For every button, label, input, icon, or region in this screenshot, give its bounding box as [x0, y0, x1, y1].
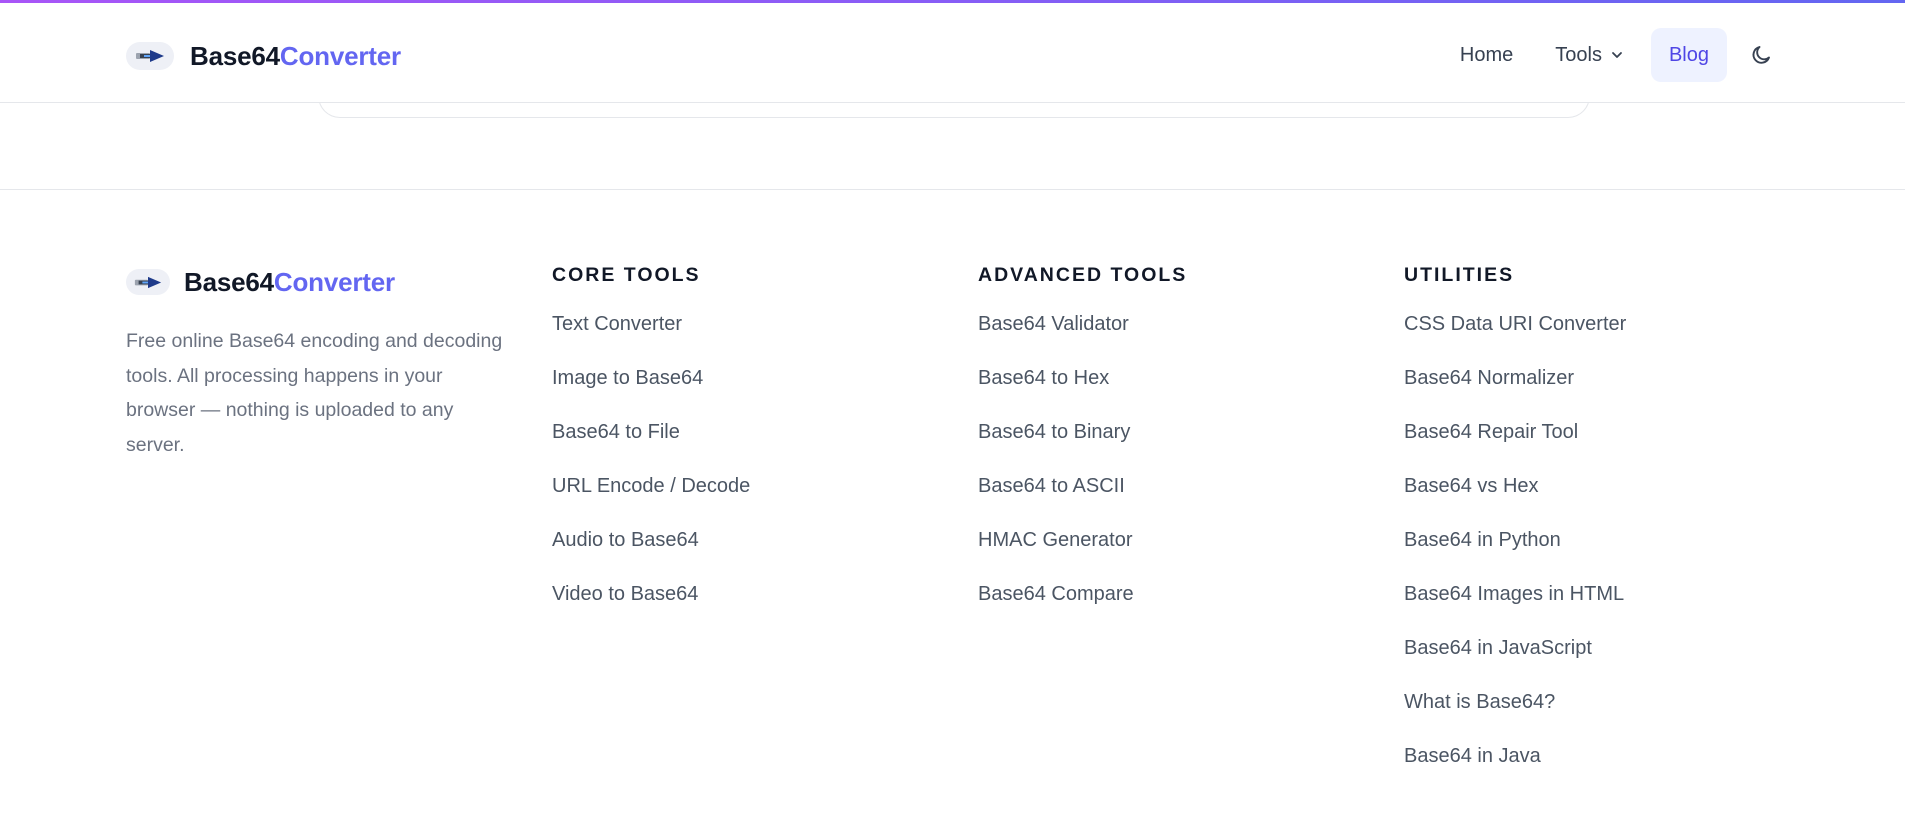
nav-tools-label: Tools: [1555, 43, 1602, 66]
footer-link-list: Base64 Validator Base64 to Hex Base64 to…: [978, 312, 1187, 636]
footer-link-image-to-base64[interactable]: Image to Base64: [552, 366, 703, 390]
brand-logo-link[interactable]: Base64Converter: [126, 39, 401, 73]
footer-column-title: CORE TOOLS: [552, 264, 701, 286]
theme-toggle-button[interactable]: [1741, 35, 1781, 75]
footer-link-base64-to-hex[interactable]: Base64 to Hex: [978, 366, 1109, 390]
footer-brand-block: Base64Converter Free online Base64 encod…: [126, 264, 506, 482]
footer-column-title: UTILITIES: [1404, 264, 1515, 286]
footer-link-hmac-generator[interactable]: HMAC Generator: [978, 528, 1133, 552]
chevron-down-icon: [1610, 48, 1624, 62]
footer-link-base64-to-ascii[interactable]: Base64 to ASCII: [978, 474, 1125, 498]
footer-brand-name: Base64Converter: [184, 267, 395, 298]
footer-description: Free online Base64 encoding and decoding…: [126, 330, 503, 456]
footer-brand-part2: Converter: [273, 266, 395, 297]
footer-divider: [0, 189, 1905, 190]
footer-link-what-is-base64[interactable]: What is Base64?: [1404, 690, 1555, 714]
logo-icon: [126, 269, 170, 295]
brand-name-part2: Converter: [279, 40, 401, 71]
nav-blog-link[interactable]: Blog: [1650, 28, 1727, 82]
footer-link-url-encode-decode[interactable]: URL Encode / Decode: [552, 474, 750, 498]
footer-link-video-to-base64[interactable]: Video to Base64: [552, 582, 698, 606]
footer-link-text-converter[interactable]: Text Converter: [552, 312, 682, 336]
footer-brand-part1: Base64: [184, 266, 274, 297]
footer-link-base64-in-python[interactable]: Base64 in Python: [1404, 528, 1561, 552]
footer-link-css-data-uri-converter[interactable]: CSS Data URI Converter: [1404, 312, 1626, 336]
footer-link-list: Text Converter Image to Base64 Base64 to…: [552, 312, 750, 636]
nav-home-link[interactable]: Home: [1439, 28, 1534, 82]
site-header: Base64Converter Home Tools Blog: [0, 3, 1905, 103]
brand-name: Base64Converter: [190, 41, 401, 72]
moon-icon: [1749, 43, 1773, 67]
footer-link-base64-in-java[interactable]: Base64 in Java: [1404, 744, 1541, 768]
footer-column-title: ADVANCED TOOLS: [978, 264, 1188, 286]
logo-icon: [126, 42, 174, 70]
footer-link-audio-to-base64[interactable]: Audio to Base64: [552, 528, 699, 552]
footer-column-advanced-tools: ADVANCED TOOLS Base64 Validator Base64 t…: [978, 264, 1187, 636]
footer-column-utilities: UTILITIES CSS Data URI Converter Base64 …: [1404, 264, 1626, 798]
footer-link-base64-to-file[interactable]: Base64 to File: [552, 420, 680, 444]
footer-link-base64-repair-tool[interactable]: Base64 Repair Tool: [1404, 420, 1578, 444]
footer-link-base64-images-in-html[interactable]: Base64 Images in HTML: [1404, 582, 1624, 606]
footer-link-base64-validator[interactable]: Base64 Validator: [978, 312, 1129, 336]
footer-brand-logo-link[interactable]: Base64Converter: [126, 264, 506, 300]
footer-link-base64-vs-hex[interactable]: Base64 vs Hex: [1404, 474, 1539, 498]
nav-tools-dropdown[interactable]: Tools: [1534, 28, 1645, 82]
footer-link-base64-normalizer[interactable]: Base64 Normalizer: [1404, 366, 1574, 390]
main-nav: Home Tools Blog: [1439, 27, 1781, 83]
footer-link-base64-compare[interactable]: Base64 Compare: [978, 582, 1134, 606]
footer-link-base64-in-javascript[interactable]: Base64 in JavaScript: [1404, 636, 1592, 660]
brand-name-part1: Base64: [190, 40, 280, 71]
footer-link-list: CSS Data URI Converter Base64 Normalizer…: [1404, 312, 1626, 798]
footer-link-base64-to-binary[interactable]: Base64 to Binary: [978, 420, 1130, 444]
footer-column-core-tools: CORE TOOLS Text Converter Image to Base6…: [552, 264, 750, 636]
